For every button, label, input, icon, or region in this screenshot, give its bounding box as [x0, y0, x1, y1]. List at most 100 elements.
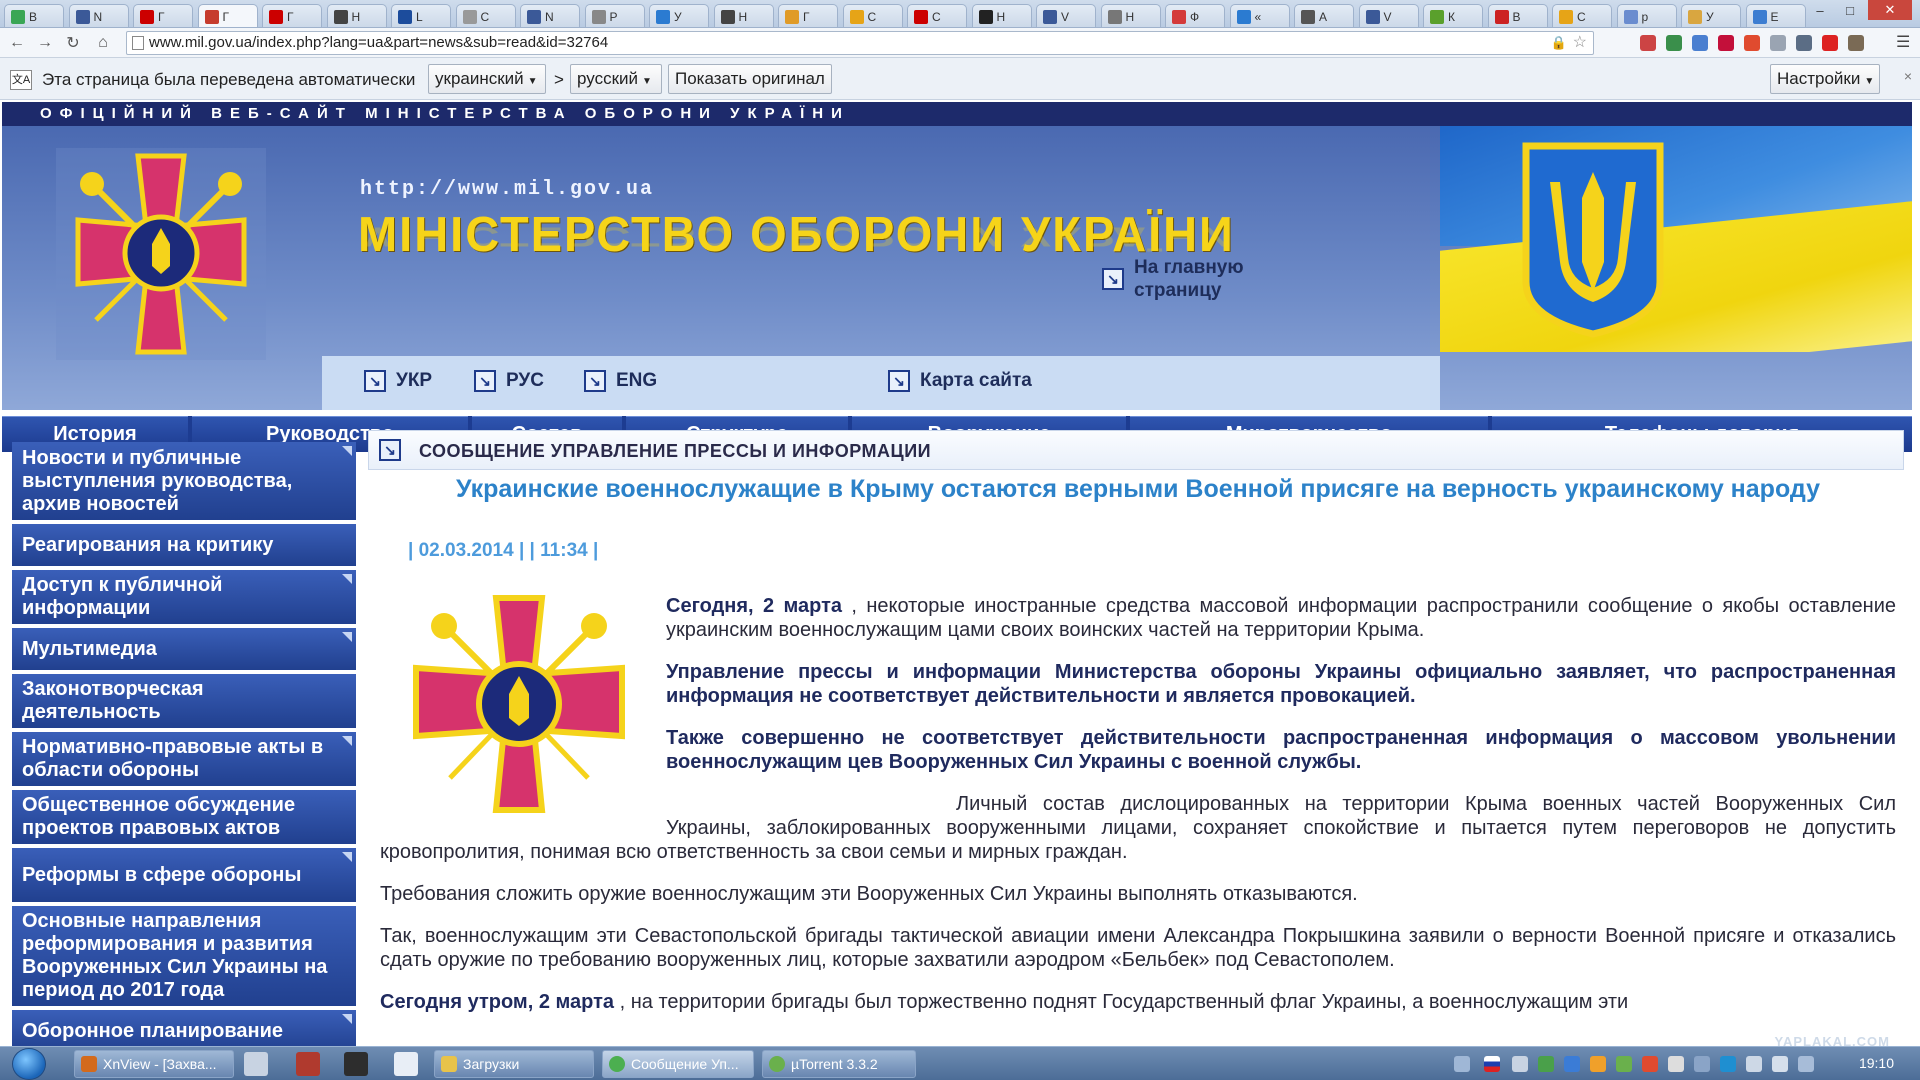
sidebar-item-criticism[interactable]: Реагирования на критику: [12, 524, 356, 566]
pinned-app-icon[interactable]: [344, 1052, 368, 1076]
sidebar-item-reform-directions[interactable]: Основные направления реформирования и ра…: [12, 906, 356, 1006]
taskbar-item-browser[interactable]: Сообщение Уп...: [602, 1050, 754, 1078]
taskbar-item-utorrent[interactable]: µTorrent 3.3.2: [762, 1050, 916, 1078]
source-language-select[interactable]: украинский ▼: [428, 64, 546, 94]
show-original-button[interactable]: Показать оригинал: [668, 64, 832, 94]
translate-settings-button[interactable]: Настройки ▼: [1770, 64, 1880, 94]
sidebar-item-public-discussion[interactable]: Общественное обсуждение проектов правовы…: [12, 790, 356, 844]
browser-tab[interactable]: С: [455, 4, 516, 27]
home-icon[interactable]: ⌂: [92, 32, 114, 54]
tray-icon[interactable]: [1746, 1056, 1762, 1072]
extension-icon[interactable]: [1796, 35, 1812, 51]
maximize-button[interactable]: □: [1836, 0, 1864, 20]
close-window-button[interactable]: ✕: [1868, 0, 1912, 20]
site-url-text: http://www.mil.gov.ua: [360, 178, 655, 201]
browser-tab-strip: В N Г Г Г Н L С N Р У Н Г С С Н V Н Ф « А V К В Ср У Е: [0, 0, 1920, 28]
extension-icon[interactable]: [1744, 35, 1760, 51]
browser-tab[interactable]: Е: [1745, 4, 1806, 27]
reload-button[interactable]: ↻: [62, 32, 84, 54]
system-clock[interactable]: 19:10: [1859, 1055, 1894, 1071]
volume-icon[interactable]: [1772, 1056, 1788, 1072]
lang-link-rus[interactable]: ↘ РУС: [474, 370, 544, 392]
sidebar-item-reforms[interactable]: Реформы в сфере обороны: [12, 848, 356, 902]
browser-tab[interactable]: Г: [197, 4, 258, 27]
browser-tab[interactable]: С: [907, 4, 967, 27]
translate-icon[interactable]: [1692, 35, 1708, 51]
browser-tab[interactable]: Г: [778, 4, 838, 27]
browser-tab[interactable]: С: [842, 4, 903, 27]
browser-tab[interactable]: V: [1036, 4, 1096, 27]
home-page-link[interactable]: ↘ На главную страницу: [1102, 256, 1244, 302]
browser-tab[interactable]: L: [391, 4, 451, 27]
browser-tab[interactable]: N: [520, 4, 580, 27]
tray-icon[interactable]: [1642, 1056, 1658, 1072]
sidebar-item-label: Оборонное планирование: [22, 1019, 283, 1042]
browser-tab[interactable]: В: [4, 4, 64, 27]
back-button[interactable]: ←: [6, 32, 28, 54]
browser-tab[interactable]: N: [68, 4, 129, 27]
lang-link-eng[interactable]: ↘ ENG: [584, 370, 657, 392]
browser-tab[interactable]: Н: [971, 4, 1032, 27]
tab-favicon-icon: [591, 9, 606, 24]
extension-icon[interactable]: [1718, 35, 1734, 51]
lang-link-label: УКР: [396, 370, 433, 391]
lang-link-ukr[interactable]: ↘ УКР: [364, 370, 432, 392]
taskbar-item-downloads[interactable]: Загрузки: [434, 1050, 594, 1078]
tray-icon[interactable]: [1668, 1056, 1684, 1072]
minimize-button[interactable]: –: [1806, 0, 1834, 20]
tray-icon[interactable]: [1564, 1056, 1580, 1072]
browser-tab[interactable]: V: [1358, 4, 1419, 27]
browser-tab[interactable]: Н: [713, 4, 774, 27]
sidebar-item-multimedia[interactable]: Мультимедиа: [12, 628, 356, 670]
trident-icon: [1522, 142, 1664, 338]
browser-tab[interactable]: Г: [262, 4, 322, 27]
browser-tab[interactable]: У: [649, 4, 709, 27]
tray-icon[interactable]: [1590, 1056, 1606, 1072]
tab-favicon-icon: [1365, 9, 1380, 24]
browser-tab[interactable]: «: [1229, 4, 1290, 27]
bookmark-star-icon[interactable]: ☆: [1573, 32, 1587, 54]
browser-tab[interactable]: Н: [326, 4, 387, 27]
browser-tab[interactable]: В: [1487, 4, 1548, 27]
target-language-select[interactable]: русский ▼: [570, 64, 662, 94]
mail-icon[interactable]: [1770, 35, 1786, 51]
menu-icon[interactable]: ☰: [1896, 35, 1912, 51]
address-bar[interactable]: www.mil.gov.ua/index.php?lang=ua&part=ne…: [126, 31, 1594, 55]
adblock-icon[interactable]: [1822, 35, 1838, 51]
start-button[interactable]: [12, 1048, 46, 1080]
browser-tab[interactable]: Ф: [1165, 4, 1225, 27]
pinned-app-icon[interactable]: [244, 1052, 268, 1076]
tray-icon[interactable]: [1616, 1056, 1632, 1072]
browser-tab[interactable]: К: [1423, 4, 1483, 27]
pinned-app-icon[interactable]: [296, 1052, 320, 1076]
network-icon[interactable]: [1798, 1056, 1814, 1072]
forward-button[interactable]: →: [34, 32, 56, 54]
tray-icon[interactable]: [1538, 1056, 1554, 1072]
sitemap-link[interactable]: ↘ Карта сайта: [888, 370, 1032, 392]
sidebar-item-public-info[interactable]: Доступ к публичной информации: [12, 570, 356, 624]
tray-icon[interactable]: [1694, 1056, 1710, 1072]
tab-favicon-icon: [1430, 9, 1444, 24]
sidebar-item-regulations[interactable]: Нормативно-правовые акты в области оборо…: [12, 732, 356, 786]
browser-tab[interactable]: р: [1616, 4, 1677, 27]
extension-icon[interactable]: [1666, 35, 1682, 51]
language-flag-icon[interactable]: [1484, 1056, 1500, 1072]
browser-tab[interactable]: Н: [1100, 4, 1161, 27]
tray-icon[interactable]: [1720, 1056, 1736, 1072]
extension-icon[interactable]: [1640, 35, 1656, 51]
tray-icon[interactable]: [1454, 1056, 1470, 1072]
browser-tab[interactable]: Р: [584, 4, 645, 27]
browser-tab[interactable]: У: [1681, 4, 1741, 27]
sidebar-item-lawmaking[interactable]: Законотворческая деятельность: [12, 674, 356, 728]
browser-tab[interactable]: С: [1552, 4, 1612, 27]
sidebar-item-defense-planning[interactable]: Оборонное планирование: [12, 1010, 356, 1046]
extension-icon[interactable]: [1848, 35, 1864, 51]
tray-icon[interactable]: [1512, 1056, 1528, 1072]
sidebar-item-news[interactable]: Новости и публичные выступления руководс…: [12, 442, 356, 520]
taskbar-item-xnview[interactable]: XnView - [Захва...: [74, 1050, 234, 1078]
browser-tab[interactable]: А: [1294, 4, 1354, 27]
tab-label: У: [1706, 9, 1714, 24]
pinned-app-icon[interactable]: [394, 1052, 418, 1076]
browser-tab[interactable]: Г: [133, 4, 193, 27]
close-icon[interactable]: ×: [1904, 68, 1912, 84]
